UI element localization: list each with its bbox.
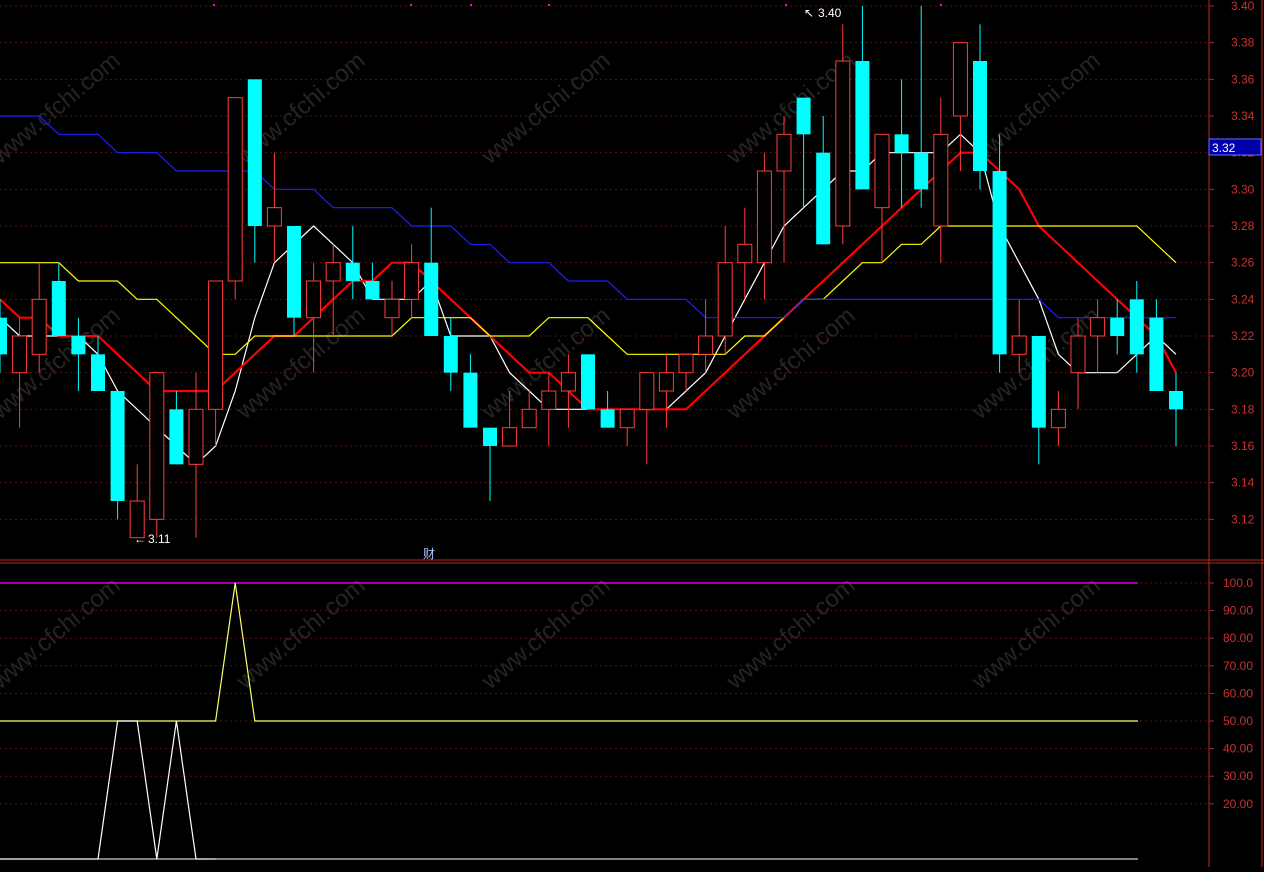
candle-body [1070,335,1086,374]
candle-body [560,372,576,392]
candle-body [855,61,870,190]
indicator-tick-label: 90.00 [1223,604,1253,618]
candle-body [463,372,478,428]
candle-body [404,262,420,300]
current-price-label: 3.32 [1212,141,1236,155]
candle-body [541,390,557,410]
indicator-tick-label: 60.00 [1223,686,1253,700]
candle-body [12,335,28,374]
candle-body [992,171,1007,355]
candle-body [266,207,282,227]
stock-chart-window: www.cfchi.com www.cfchi.com www.cfchi.com w… [0,0,1264,867]
indicator-tick-label: 20.00 [1223,797,1253,811]
finance-marker[interactable]: 财 [423,547,435,561]
candle-body [287,226,301,318]
high-marker: ↖ 3.40 [804,6,842,20]
high-arrow-icon: ↖ [804,6,814,20]
indicator-tick-label: 50.00 [1223,714,1253,728]
candle-body [698,335,714,355]
candle-body [835,60,851,227]
candle-body [91,354,105,391]
y-tick-label: 3.38 [1231,36,1255,50]
candle-body [933,133,949,227]
candle-body [1031,336,1046,428]
y-tick-label: 3.30 [1231,182,1255,196]
candle-body [149,372,165,520]
candle-body [502,427,518,447]
candle-body [1129,299,1144,355]
candle-body [31,298,47,355]
candle-body [0,317,7,355]
indicator-tick-label: 30.00 [1223,769,1253,783]
candle-body [1050,408,1066,429]
candle-body [874,133,890,209]
candle-down[interactable] [110,391,125,520]
candle-body [483,427,497,446]
candle-body [717,262,733,337]
candle-body [658,372,674,392]
candle-body [188,408,204,465]
candle-body [169,409,184,465]
high-price-label: 3.40 [818,6,842,20]
low-price-label: 3.11 [148,532,171,546]
y-tick-label: 3.24 [1231,292,1255,306]
candle-body [581,354,595,410]
candle-body [894,134,909,153]
low-arrow-icon: ← [134,532,146,546]
y-tick-label: 3.16 [1231,439,1255,453]
y-tick-label: 3.26 [1231,256,1255,270]
candle-body [443,336,458,373]
candle-body [776,133,792,172]
candle-body [678,353,694,374]
candle-body [325,262,341,282]
candle-down[interactable] [581,354,595,410]
candle-body [227,97,243,282]
candle-body [424,262,439,336]
candle-body [639,372,655,410]
candle-body [796,97,811,135]
candle-up[interactable] [149,372,165,538]
indicator-tick-label: 80.00 [1223,631,1253,645]
y-tick-label: 3.20 [1231,366,1255,380]
y-tick-label: 3.22 [1231,329,1255,343]
candle-body [737,243,753,264]
candle-body [1110,317,1125,336]
candle-body [208,280,224,410]
candle-body [247,79,262,226]
candle-body [345,262,360,281]
candle-body [600,409,615,428]
candle-body [521,408,537,429]
candle-body [384,298,400,319]
candle-up[interactable] [227,97,243,300]
indicator-tick-label: 100.0 [1223,576,1253,590]
candle-body [51,281,66,336]
y-tick-label: 3.14 [1231,476,1255,490]
candle-body [1169,391,1183,410]
candle-body [973,61,987,171]
current-price-box: 3.32 [1208,138,1262,156]
candle-body [365,281,380,300]
candle-body [914,152,929,190]
chart-canvas[interactable]: www.cfchi.com www.cfchi.com www.cfchi.com w… [0,0,1264,867]
candle-body [1090,317,1106,337]
indicator-tick-label: 70.00 [1223,659,1253,673]
candle-body [1149,317,1164,391]
y-tick-label: 3.18 [1231,402,1255,416]
candle-body [816,152,831,245]
candle-body [952,42,968,117]
candle-body [306,280,322,319]
candle-body [619,408,635,429]
candle-body [756,170,772,264]
candle-body [1011,335,1027,355]
candle-body [71,336,86,355]
y-tick-label: 3.40 [1231,0,1255,13]
y-tick-label: 3.12 [1231,512,1255,526]
y-tick-label: 3.36 [1231,72,1255,86]
y-tick-label: 3.28 [1231,219,1255,233]
low-marker: ← 3.11 [134,532,171,546]
indicator-tick-label: 40.00 [1223,742,1253,756]
y-tick-label: 3.34 [1231,109,1255,123]
candle-body [110,391,125,501]
